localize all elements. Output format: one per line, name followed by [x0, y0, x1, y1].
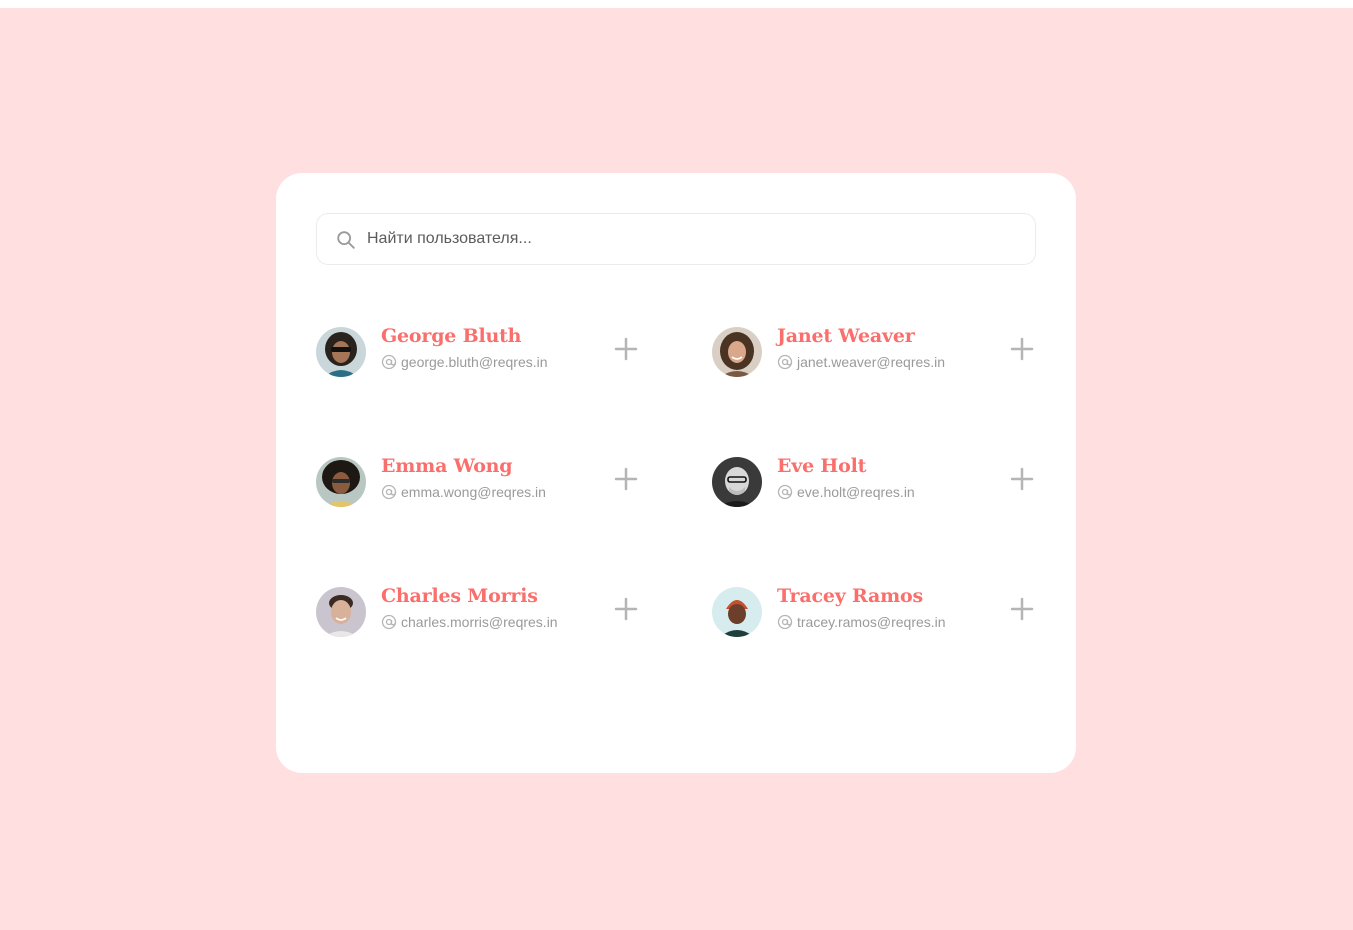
at-sign-icon	[777, 484, 793, 500]
user-item: Tracey Ramos tracey.ramos@reqres.in	[712, 583, 1042, 643]
plus-icon[interactable]	[614, 337, 638, 361]
user-name: George Bluth	[381, 325, 522, 347]
plus-icon[interactable]	[1010, 337, 1034, 361]
user-name: Janet Weaver	[777, 325, 915, 347]
at-sign-icon	[381, 484, 397, 500]
at-sign-icon	[381, 354, 397, 370]
plus-icon[interactable]	[1010, 597, 1034, 621]
user-avatar	[712, 327, 762, 377]
user-item: Janet Weaver janet.weaver@reqres.in	[712, 323, 1042, 383]
user-item: George Bluth george.bluth@reqres.in	[316, 323, 646, 383]
at-sign-icon	[777, 614, 793, 630]
at-sign-icon	[381, 614, 397, 630]
user-email-text: george.bluth@reqres.in	[401, 354, 548, 370]
at-sign-icon	[777, 354, 793, 370]
user-avatar	[712, 587, 762, 637]
user-email: charles.morris@reqres.in	[381, 614, 558, 630]
user-email-text: charles.morris@reqres.in	[401, 614, 558, 630]
user-item: Eve Holt eve.holt@reqres.in	[712, 453, 1042, 513]
user-email: emma.wong@reqres.in	[381, 484, 546, 500]
user-email-text: janet.weaver@reqres.in	[797, 354, 946, 370]
user-item: Emma Wong emma.wong@reqres.in	[316, 453, 646, 513]
plus-icon[interactable]	[614, 467, 638, 491]
user-item: Charles Morris charles.morris@reqres.in	[316, 583, 646, 643]
user-avatar	[316, 457, 366, 507]
user-name: Eve Holt	[777, 455, 867, 477]
plus-icon[interactable]	[1010, 467, 1034, 491]
user-email: janet.weaver@reqres.in	[777, 354, 945, 370]
user-name: Tracey Ramos	[777, 585, 924, 607]
user-email: george.bluth@reqres.in	[381, 354, 548, 370]
user-avatar	[712, 457, 762, 507]
user-email: eve.holt@reqres.in	[777, 484, 915, 500]
user-name: Emma Wong	[381, 455, 513, 477]
user-email: tracey.ramos@reqres.in	[777, 614, 946, 630]
plus-icon[interactable]	[614, 597, 638, 621]
user-email-text: emma.wong@reqres.in	[401, 484, 546, 500]
user-name: Charles Morris	[381, 585, 538, 607]
user-email-text: eve.holt@reqres.in	[797, 484, 915, 500]
user-avatar	[316, 587, 366, 637]
users-card: George Bluth george.bluth@reqres.in	[276, 173, 1076, 773]
search-bar	[316, 213, 1036, 265]
search-icon	[337, 231, 355, 249]
search-input[interactable]	[367, 214, 1007, 264]
user-avatar	[316, 327, 366, 377]
user-email-text: tracey.ramos@reqres.in	[797, 614, 946, 630]
